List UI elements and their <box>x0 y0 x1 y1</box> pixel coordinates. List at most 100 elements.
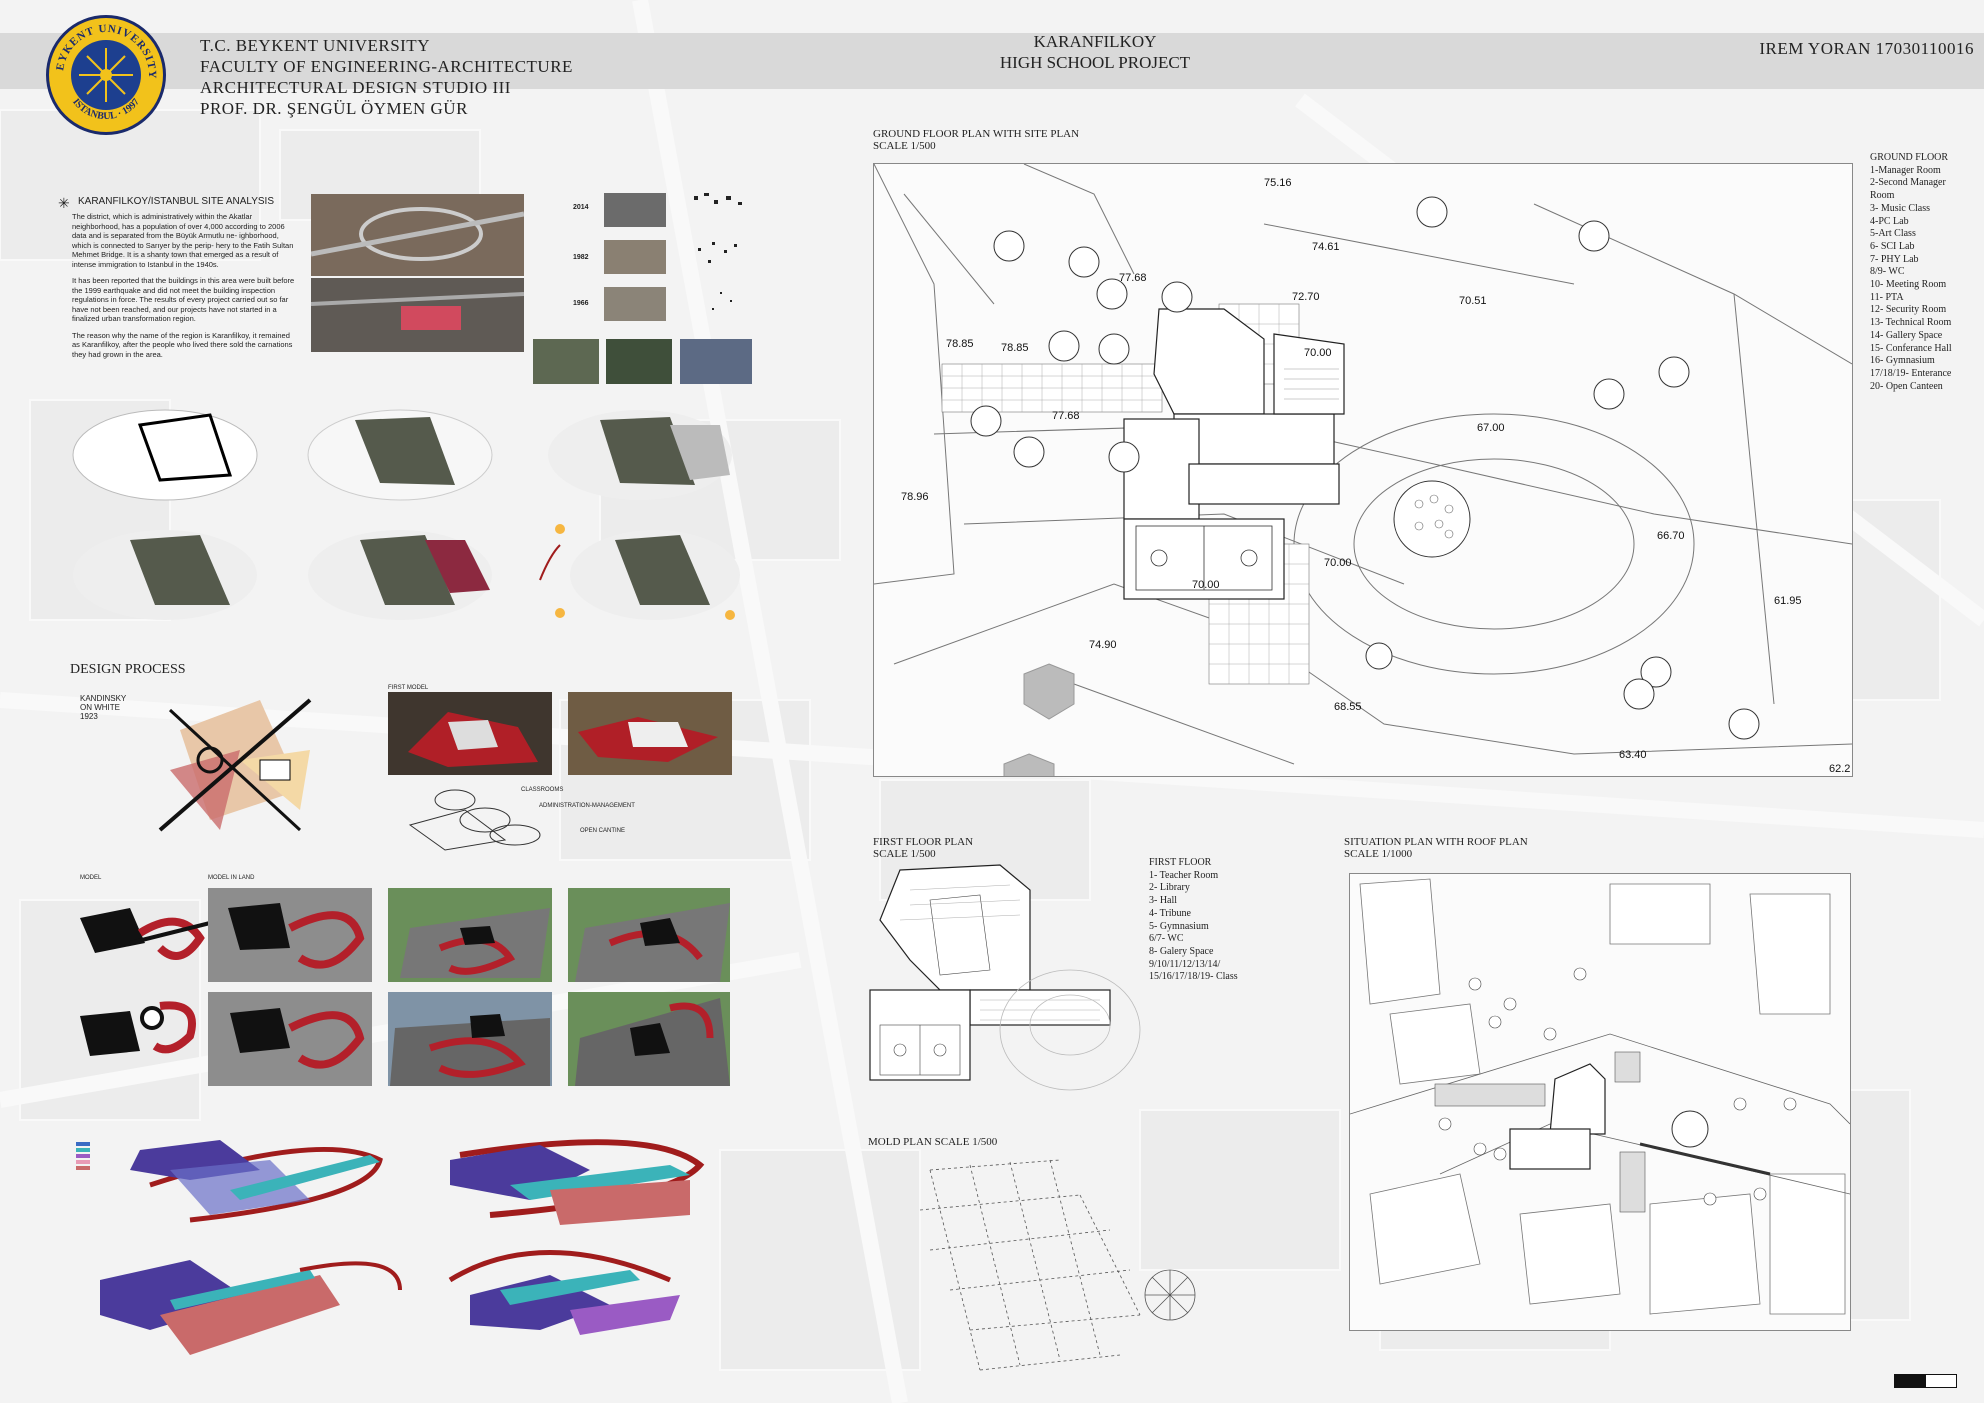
kandinsky-line: 1923 <box>80 712 98 721</box>
elevation-label: 70.00 <box>1304 347 1332 359</box>
university-info: T.C. BEYKENT UNIVERSITY FACULTY OF ENGIN… <box>200 35 573 119</box>
figure-ground-diagrams <box>694 193 742 310</box>
faculty-name: FACULTY OF ENGINEERING-ARCHITECTURE <box>200 57 573 76</box>
site-analysis-paragraph: It has been reported that the buildings … <box>72 276 295 323</box>
elevation-label: 72.70 <box>1292 291 1320 303</box>
elevation-label: 70.00 <box>1324 557 1352 569</box>
legend-item: 12- Security Room <box>1870 304 1947 316</box>
open-cantine-label: OPEN CANTINE <box>580 828 626 834</box>
first-model-photo <box>388 692 552 775</box>
legend-item: 7- PHY Lab <box>1870 253 1919 265</box>
legend-item: 16- Gymnasium <box>1870 355 1935 367</box>
legend-item: 1-Manager Room <box>1870 164 1941 176</box>
elevation-label: 70.00 <box>1192 579 1220 591</box>
project-title-line-1: KARANFILKOY <box>1033 32 1157 51</box>
legend-item: 1- Teacher Room <box>1149 869 1219 881</box>
elevation-label: 74.61 <box>1312 241 1340 253</box>
legend-item: 9/10/11/12/13/14/ <box>1149 958 1221 970</box>
model-label: MODEL <box>80 875 102 881</box>
project-title-line-2: HIGH SCHOOL PROJECT <box>999 53 1191 72</box>
classrooms-label: CLASSROOMS <box>521 787 564 793</box>
legend-item: 5- Gymnasium <box>1149 920 1209 932</box>
site-aerial-photos <box>311 194 524 352</box>
legend-item: 14- Gallery Space <box>1870 329 1943 341</box>
legend-item: 20- Open Canteen <box>1870 380 1943 392</box>
kandinsky-painting <box>158 698 312 832</box>
legend-item: 4-PC Lab <box>1870 215 1909 227</box>
ground-floor-plan: 75.16 74.61 77.68 72.70 70.51 78.85 78.8… <box>873 163 1853 777</box>
legend-item: 2- Library <box>1149 882 1190 894</box>
street-photo <box>606 339 672 384</box>
mold-plan-grid <box>919 1159 1196 1371</box>
first-floor-legend: FIRST FLOOR 1- Teacher Room 2- Library 3… <box>1149 857 1238 984</box>
project-title: KARANFILKOY HIGH SCHOOL PROJECT <box>945 31 1245 73</box>
kandinsky-caption: KANDINSKY ON WHITE 1923 <box>80 694 126 721</box>
first-floor-title: FIRST FLOOR PLAN <box>873 836 974 848</box>
legend-item: 3- Music Class <box>1870 202 1930 214</box>
elevation-label: 74.90 <box>1089 639 1117 651</box>
street-photo <box>533 339 599 384</box>
student-name: IREM YORAN 17030110016 <box>1759 39 1974 58</box>
situation-plan-scale: SCALE 1/1000 <box>1344 848 1413 860</box>
tree-icon <box>970 196 1760 740</box>
first-model-photo-2 <box>568 692 732 775</box>
site-analysis-title: KARANFILKOY/ISTANBUL SITE ANALYSIS <box>78 196 274 207</box>
year-1966: 1966 <box>573 300 589 307</box>
year-2014: 2014 <box>573 204 589 211</box>
ground-floor-legend: GROUND FLOOR 1-Manager Room 2-Second Man… <box>1870 152 1952 393</box>
site-analysis-paragraph: The district, which is administratively … <box>72 212 294 269</box>
legend-item: 15- Conferance Hall <box>1870 342 1952 354</box>
legend-item: 3- Hall <box>1149 895 1178 907</box>
studio-name: ARCHITECTURAL DESIGN STUDIO III <box>200 78 511 97</box>
first-floor-scale: SCALE 1/500 <box>873 848 936 860</box>
historic-photo-2014 <box>604 193 666 227</box>
legend-item: Room <box>1870 190 1895 202</box>
historic-photo-1982 <box>604 240 666 274</box>
legend-title: GROUND FLOOR <box>1870 152 1949 163</box>
elevation-label: 77.68 <box>1119 272 1147 284</box>
site-analysis-diagrams <box>72 409 740 620</box>
model-in-land-label: MODEL IN LAND <box>208 875 255 881</box>
elevation-label: 78.85 <box>946 338 974 350</box>
legend-item: 2-Second Manager <box>1870 177 1946 189</box>
legend-item: 13- Technical Room <box>1870 317 1952 329</box>
mold-plan-title: MOLD PLAN SCALE 1/500 <box>868 1136 998 1148</box>
elevation-label: 63.40 <box>1619 749 1647 761</box>
elevation-label: 70.51 <box>1459 295 1487 307</box>
ground-floor-scale: SCALE 1/500 <box>873 140 936 152</box>
kandinsky-line: ON WHITE <box>80 703 120 712</box>
elevation-label: 66.70 <box>1657 530 1685 542</box>
legend-title: FIRST FLOOR <box>1149 857 1212 868</box>
elevation-label: 61.95 <box>1774 595 1802 607</box>
model-photos <box>80 888 730 1086</box>
site-analysis-paragraph: The reason why the name of the region is… <box>72 330 293 359</box>
elevation-label: 68.55 <box>1334 701 1362 713</box>
legend-item: 10- Meeting Room <box>1870 279 1947 291</box>
elevation-label: 67.00 <box>1477 422 1505 434</box>
elevation-label: 77.68 <box>1052 410 1080 422</box>
legend-item: 4- Tribune <box>1149 907 1191 919</box>
kandinsky-line: KANDINSKY <box>80 694 127 703</box>
legend-item: 15/16/17/18/19- Class <box>1149 971 1238 983</box>
first-model-label: FIRST MODEL <box>388 685 429 691</box>
first-floor-plan <box>869 864 1141 1091</box>
year-1982: 1982 <box>573 254 589 261</box>
elevation-label: 78.96 <box>901 491 929 503</box>
elevation-label: 75.16 <box>1264 177 1292 189</box>
scale-bar <box>1925 1374 1957 1388</box>
scale-bar <box>1894 1374 1926 1388</box>
site-analysis-text: The district, which is administratively … <box>72 212 297 366</box>
street-photo <box>680 339 752 384</box>
zoning-axonometrics <box>76 1139 705 1355</box>
legend-item: 8/9- WC <box>1870 266 1905 278</box>
elevation-label: 62.2 <box>1829 763 1850 775</box>
legend-item: 8- Galery Space <box>1149 945 1214 957</box>
legend-item: 17/18/19- Enterance <box>1870 367 1952 379</box>
situation-plan-title: SITUATION PLAN WITH ROOF PLAN <box>1344 836 1528 848</box>
legend-item: 6/7- WC <box>1149 933 1184 945</box>
university-logo: BEYKENT UNIVERSITY ISTANBUL · 1997 <box>46 15 166 135</box>
historic-photo-1966 <box>604 287 666 321</box>
situation-plan <box>1349 873 1851 1331</box>
administration-label: ADMINISTRATION-MANAGEMENT <box>539 803 635 809</box>
elevation-label: 78.85 <box>1001 342 1029 354</box>
